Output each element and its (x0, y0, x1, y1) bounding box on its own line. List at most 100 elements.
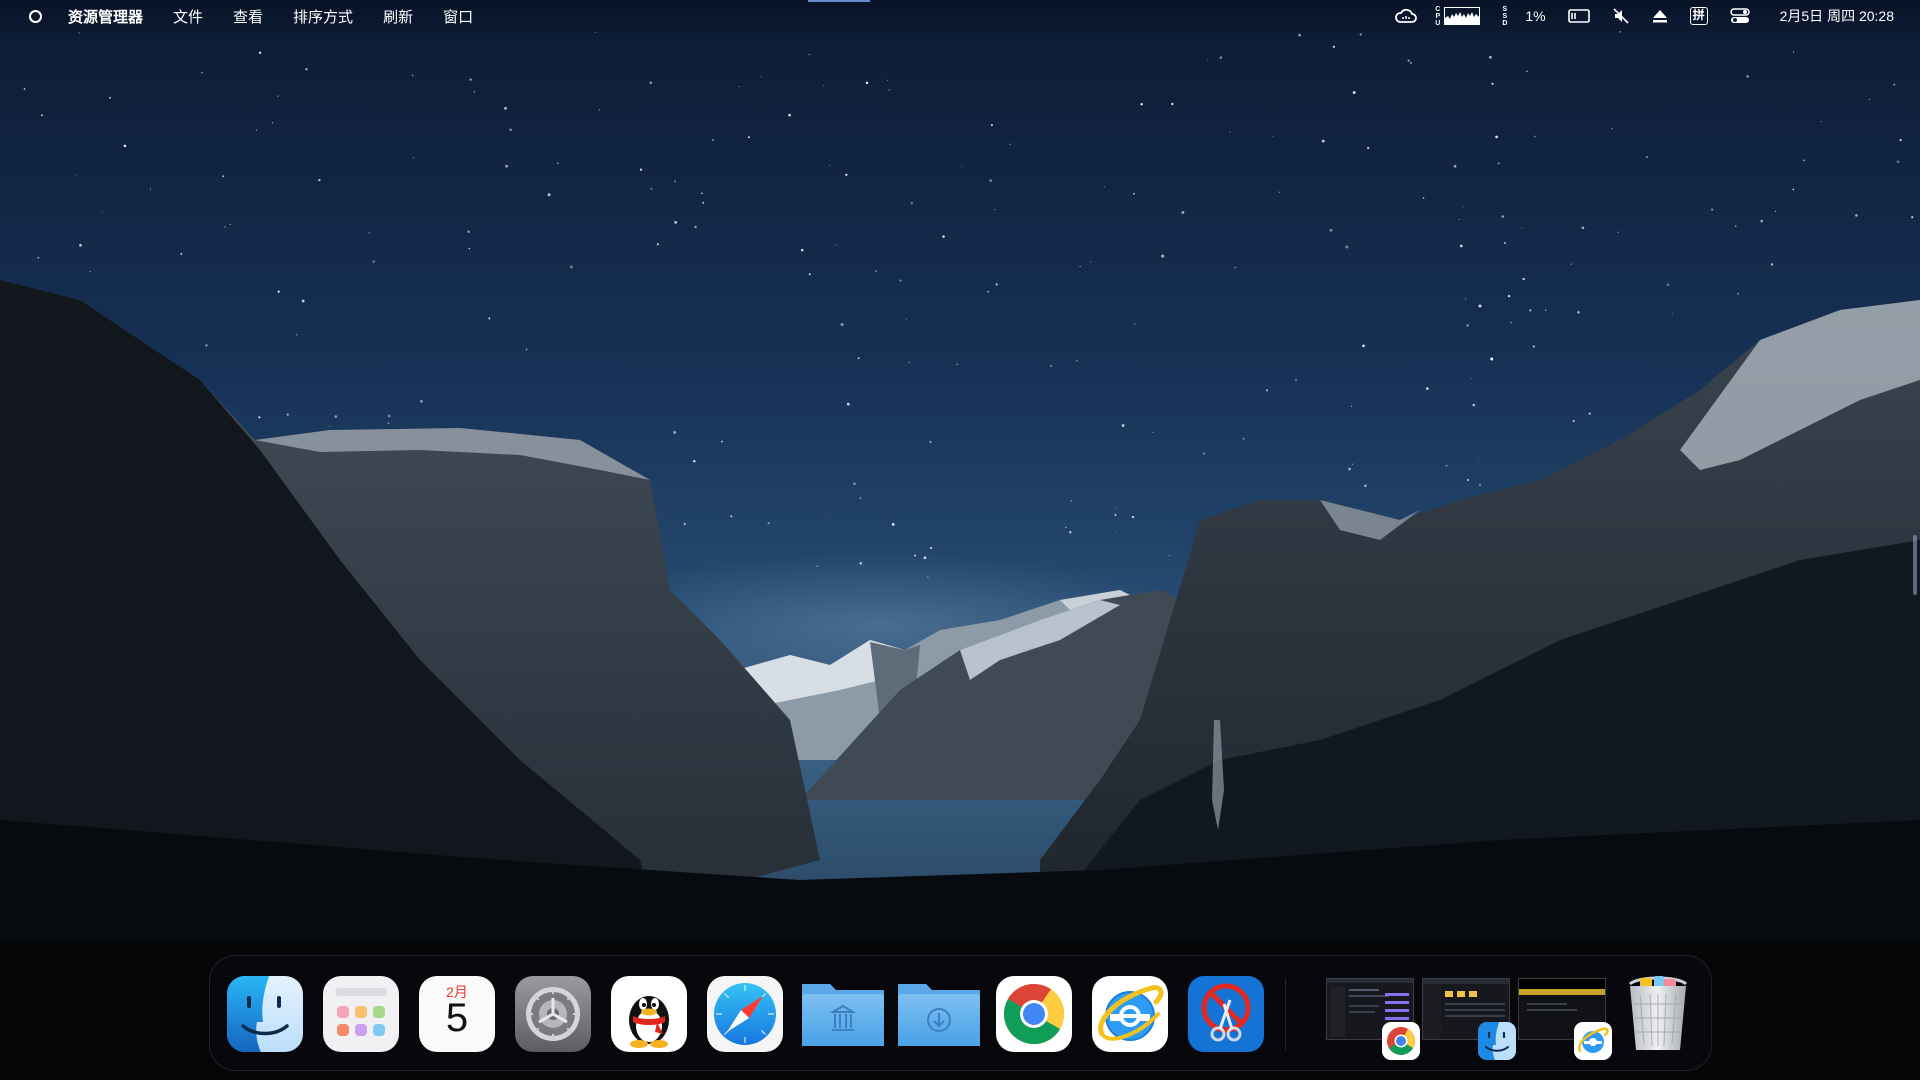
menu-window[interactable]: 窗口 (443, 6, 473, 27)
star (1422, 197, 1425, 199)
minimized-finder-window[interactable] (1422, 978, 1516, 1060)
star (1529, 309, 1532, 312)
circle-logo-icon[interactable] (29, 9, 42, 23)
launchpad-icon[interactable] (321, 974, 401, 1054)
qq-penguin-icon[interactable] (609, 974, 689, 1054)
ssd-label-d: D (1502, 19, 1508, 27)
star (488, 317, 491, 320)
star (738, 86, 740, 88)
star (229, 223, 231, 226)
finder-icon[interactable] (225, 974, 305, 1054)
star (1362, 344, 1365, 348)
star (1425, 387, 1429, 390)
cpu-monitor[interactable]: C P U (1435, 0, 1481, 32)
star (929, 440, 932, 443)
clock-datetime[interactable]: 2月5日 周四 20:28 (1780, 0, 1894, 32)
star (1445, 464, 1448, 467)
star (101, 210, 103, 212)
star (1364, 484, 1367, 488)
star (296, 334, 298, 336)
star (1507, 294, 1511, 298)
applications-folder-icon[interactable] (798, 974, 888, 1054)
star (222, 175, 225, 178)
star (927, 576, 929, 578)
star (1265, 389, 1268, 392)
cpu-label-p: P (1435, 12, 1441, 20)
cpu-graph-icon (1444, 7, 1481, 25)
star (1069, 531, 1072, 534)
star (923, 556, 927, 560)
star (1219, 56, 1223, 59)
star (1710, 208, 1714, 211)
star (301, 299, 305, 303)
star (829, 164, 831, 166)
ie-icon[interactable] (1090, 974, 1170, 1054)
menu-view[interactable]: 查看 (233, 6, 263, 27)
star (1202, 452, 1205, 455)
star (865, 81, 869, 85)
star (1893, 83, 1896, 86)
star (1278, 191, 1280, 193)
star (987, 290, 990, 293)
star (1242, 438, 1245, 440)
star (1464, 298, 1467, 300)
star (961, 165, 963, 167)
star (286, 413, 289, 416)
star (79, 243, 82, 247)
star (1489, 55, 1492, 59)
gear-icon[interactable] (513, 974, 593, 1054)
star (89, 270, 92, 273)
star (1899, 139, 1902, 142)
star (1367, 146, 1370, 150)
star (372, 260, 375, 263)
ssd-monitor[interactable]: S S D (1502, 0, 1507, 32)
star (989, 179, 992, 182)
trash-icon[interactable] (1618, 974, 1698, 1054)
star (888, 89, 890, 91)
input-method[interactable]: 拼 (1689, 0, 1708, 32)
minimized-chrome-window[interactable] (1326, 978, 1420, 1060)
calendar-icon[interactable]: 2月 5 (417, 974, 497, 1054)
minimized-ie-window[interactable] (1518, 978, 1612, 1060)
star (1501, 215, 1505, 218)
star (78, 32, 80, 34)
star (224, 226, 226, 228)
star (258, 51, 262, 55)
menu-sort[interactable]: 排序方式 (293, 6, 353, 27)
star (942, 235, 945, 238)
display-icon[interactable] (1567, 0, 1590, 32)
scissors-tool-icon[interactable] (1186, 974, 1266, 1054)
volume-mute-icon[interactable] (1612, 0, 1630, 32)
cloud-icon[interactable] (1395, 0, 1418, 32)
star (37, 256, 40, 259)
star (859, 562, 863, 565)
chrome-icon[interactable] (994, 974, 1074, 1054)
downloads-folder-icon[interactable] (894, 974, 984, 1054)
star (1792, 188, 1795, 191)
star (824, 517, 826, 519)
star (23, 88, 26, 90)
star (914, 554, 916, 557)
star (255, 129, 258, 131)
star (1114, 513, 1117, 516)
star (1410, 62, 1412, 64)
usage-percent[interactable]: 1% (1525, 0, 1545, 32)
menu-bar: 资源管理器 文件 查看 排序方式 刷新 窗口 C P U S S D 1% 拼 … (0, 0, 1920, 32)
app-menu-name[interactable]: 资源管理器 (68, 6, 143, 27)
dock: 2月 5 (209, 955, 1712, 1071)
control-center-icon[interactable] (1729, 0, 1750, 32)
side-panel-handle[interactable] (1913, 535, 1917, 595)
chrome-icon (1382, 1022, 1420, 1060)
star (808, 53, 810, 56)
star (334, 415, 338, 418)
star (277, 290, 280, 293)
menu-file[interactable]: 文件 (173, 6, 203, 27)
star (1896, 160, 1900, 164)
menu-refresh[interactable]: 刷新 (383, 6, 413, 27)
star (467, 230, 470, 233)
compass-icon[interactable] (705, 974, 785, 1054)
eject-icon[interactable] (1652, 0, 1668, 32)
star (1497, 162, 1500, 165)
star (1115, 507, 1117, 509)
star (1207, 59, 1209, 61)
